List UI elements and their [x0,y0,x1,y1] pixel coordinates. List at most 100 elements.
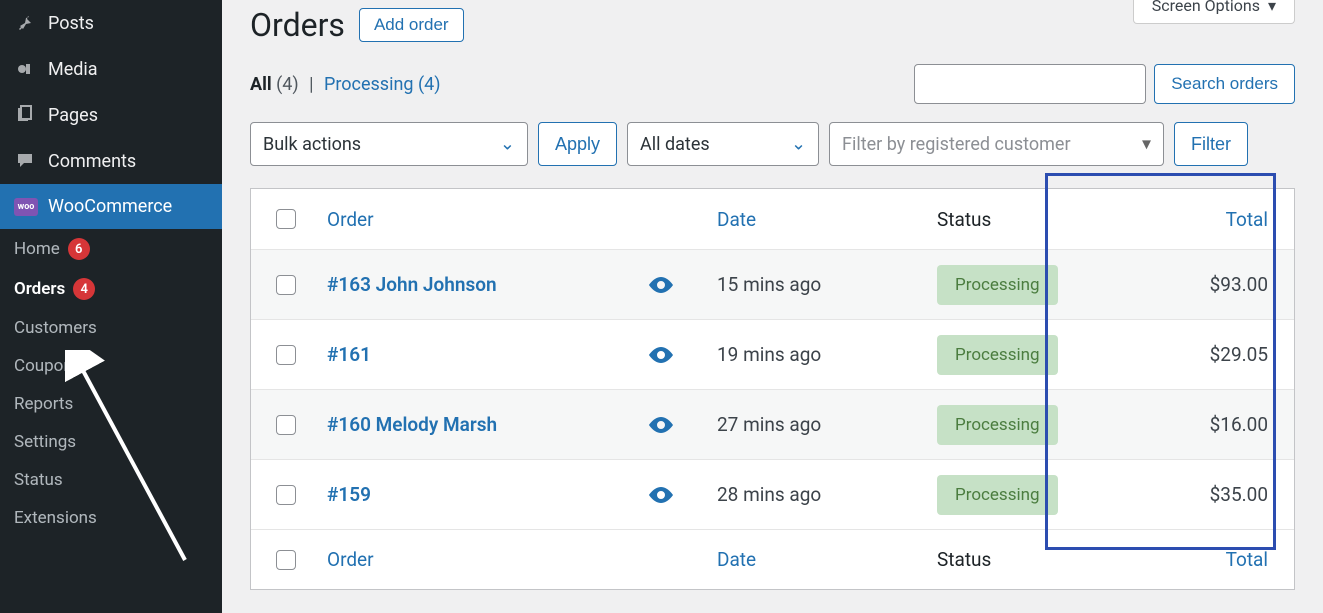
apply-button[interactable]: Apply [538,122,617,166]
col-date[interactable]: Date [711,548,931,571]
table-row: #161 19 mins ago Processing $29.05 [251,319,1294,389]
orders-badge: 4 [73,278,95,300]
row-checkbox[interactable] [276,415,296,435]
sidebar-item-posts[interactable]: Posts [0,0,222,46]
bulk-actions-label: Bulk actions [263,134,361,155]
comment-icon [14,150,36,172]
preview-button[interactable] [611,417,711,433]
order-total: $93.00 [1191,273,1276,296]
filter-button[interactable]: Filter [1174,122,1248,166]
pages-icon [14,104,36,126]
sidebar-sub-customers[interactable]: Customers [0,309,222,347]
search-orders-button[interactable]: Search orders [1154,64,1295,104]
col-date[interactable]: Date [711,208,931,231]
sidebar-sub-label: Orders [14,279,65,299]
sidebar-label: Pages [48,105,98,126]
filter-views: All (4) | Processing (4) [250,74,441,95]
sidebar-sub-status[interactable]: Status [0,461,222,499]
status-badge: Processing [937,265,1058,305]
table-row: #160 Melody Marsh 27 mins ago Processing… [251,389,1294,459]
sidebar-sub-home[interactable]: Home 6 [0,229,222,269]
customer-filter-combo[interactable]: Filter by registered customer ▾ [829,122,1164,166]
add-order-button[interactable]: Add order [359,8,464,42]
col-status: Status [931,208,1191,231]
view-processing-count: (4) [418,74,441,95]
select-all-checkbox[interactable] [276,550,296,570]
sidebar-sub-label: Extensions [14,508,97,528]
preview-button[interactable] [611,347,711,363]
woocommerce-icon: woo [14,198,38,216]
table-row: #159 28 mins ago Processing $35.00 [251,459,1294,529]
home-badge: 6 [68,238,90,260]
orders-table: Order Date Status Total #163 John Johnso… [250,188,1295,590]
order-total: $35.00 [1191,483,1276,506]
preview-button[interactable] [611,487,711,503]
sidebar-label: Comments [48,151,136,172]
table-row: #163 John Johnson 15 mins ago Processing… [251,249,1294,319]
status-badge: Processing [937,475,1058,515]
sidebar-sub-reports[interactable]: Reports [0,385,222,423]
status-badge: Processing [937,335,1058,375]
order-link[interactable]: #161 [327,343,371,366]
page-title: Orders [250,6,345,44]
col-order[interactable]: Order [321,208,611,231]
media-icon [14,58,36,80]
sidebar-sub-coupons[interactable]: Coupons [0,347,222,385]
col-order[interactable]: Order [321,548,611,571]
chevron-down-icon: ⌄ [500,134,515,155]
main-content: Screen Options ▾ Orders Add order All (4… [222,0,1323,613]
table-footer: Order Date Status Total [251,529,1294,589]
sidebar-sub-orders[interactable]: Orders 4 [0,269,222,309]
search-orders-input[interactable] [914,64,1146,104]
sidebar-sub-label: Customers [14,318,97,338]
sidebar-sub-label: Home [14,239,60,259]
pin-icon [14,12,36,34]
bulk-actions-select[interactable]: Bulk actions ⌄ [250,122,528,166]
order-total: $16.00 [1191,413,1276,436]
sidebar-sub-settings[interactable]: Settings [0,423,222,461]
sidebar-sub-label: Status [14,470,63,490]
sidebar-label: WooCommerce [48,196,172,217]
sidebar-item-pages[interactable]: Pages [0,92,222,138]
row-checkbox[interactable] [276,485,296,505]
chevron-down-icon: ⌄ [791,134,806,155]
sidebar-sub-label: Settings [14,432,76,452]
sidebar-sub-extensions[interactable]: Extensions [0,499,222,537]
admin-sidebar: Posts Media Pages Comments woo WooCommer… [0,0,222,613]
screen-options-tab[interactable]: Screen Options ▾ [1133,0,1295,24]
customer-placeholder: Filter by registered customer [842,134,1071,155]
sidebar-item-comments[interactable]: Comments [0,138,222,184]
col-total[interactable]: Total [1191,548,1276,571]
sidebar-item-media[interactable]: Media [0,46,222,92]
view-all-count: (4) [276,74,299,95]
table-header: Order Date Status Total [251,189,1294,249]
view-sep: | [309,74,313,95]
dates-select[interactable]: All dates ⌄ [627,122,819,166]
screen-options-label: Screen Options [1152,0,1260,15]
col-total[interactable]: Total [1191,208,1276,231]
row-checkbox[interactable] [276,345,296,365]
order-link[interactable]: #163 John Johnson [327,273,497,296]
select-all-checkbox[interactable] [276,209,296,229]
preview-button[interactable] [611,277,711,293]
col-status: Status [931,548,1191,571]
chevron-down-icon: ▾ [1268,0,1276,15]
order-total: $29.05 [1191,343,1276,366]
sidebar-item-woocommerce[interactable]: woo WooCommerce [0,184,222,229]
sidebar-label: Posts [48,13,94,34]
order-date: 15 mins ago [711,273,931,296]
view-processing-link[interactable]: Processing [324,74,414,95]
order-date: 28 mins ago [711,483,931,506]
order-date: 19 mins ago [711,343,931,366]
status-badge: Processing [937,405,1058,445]
dates-label: All dates [640,134,710,155]
row-checkbox[interactable] [276,275,296,295]
sidebar-label: Media [48,59,98,80]
order-link[interactable]: #160 Melody Marsh [327,413,497,436]
order-date: 27 mins ago [711,413,931,436]
sidebar-sub-label: Reports [14,394,73,414]
order-link[interactable]: #159 [327,483,371,506]
sidebar-sub-label: Coupons [14,356,82,376]
view-all-link[interactable]: All [250,74,272,95]
chevron-down-icon: ▾ [1142,134,1151,155]
